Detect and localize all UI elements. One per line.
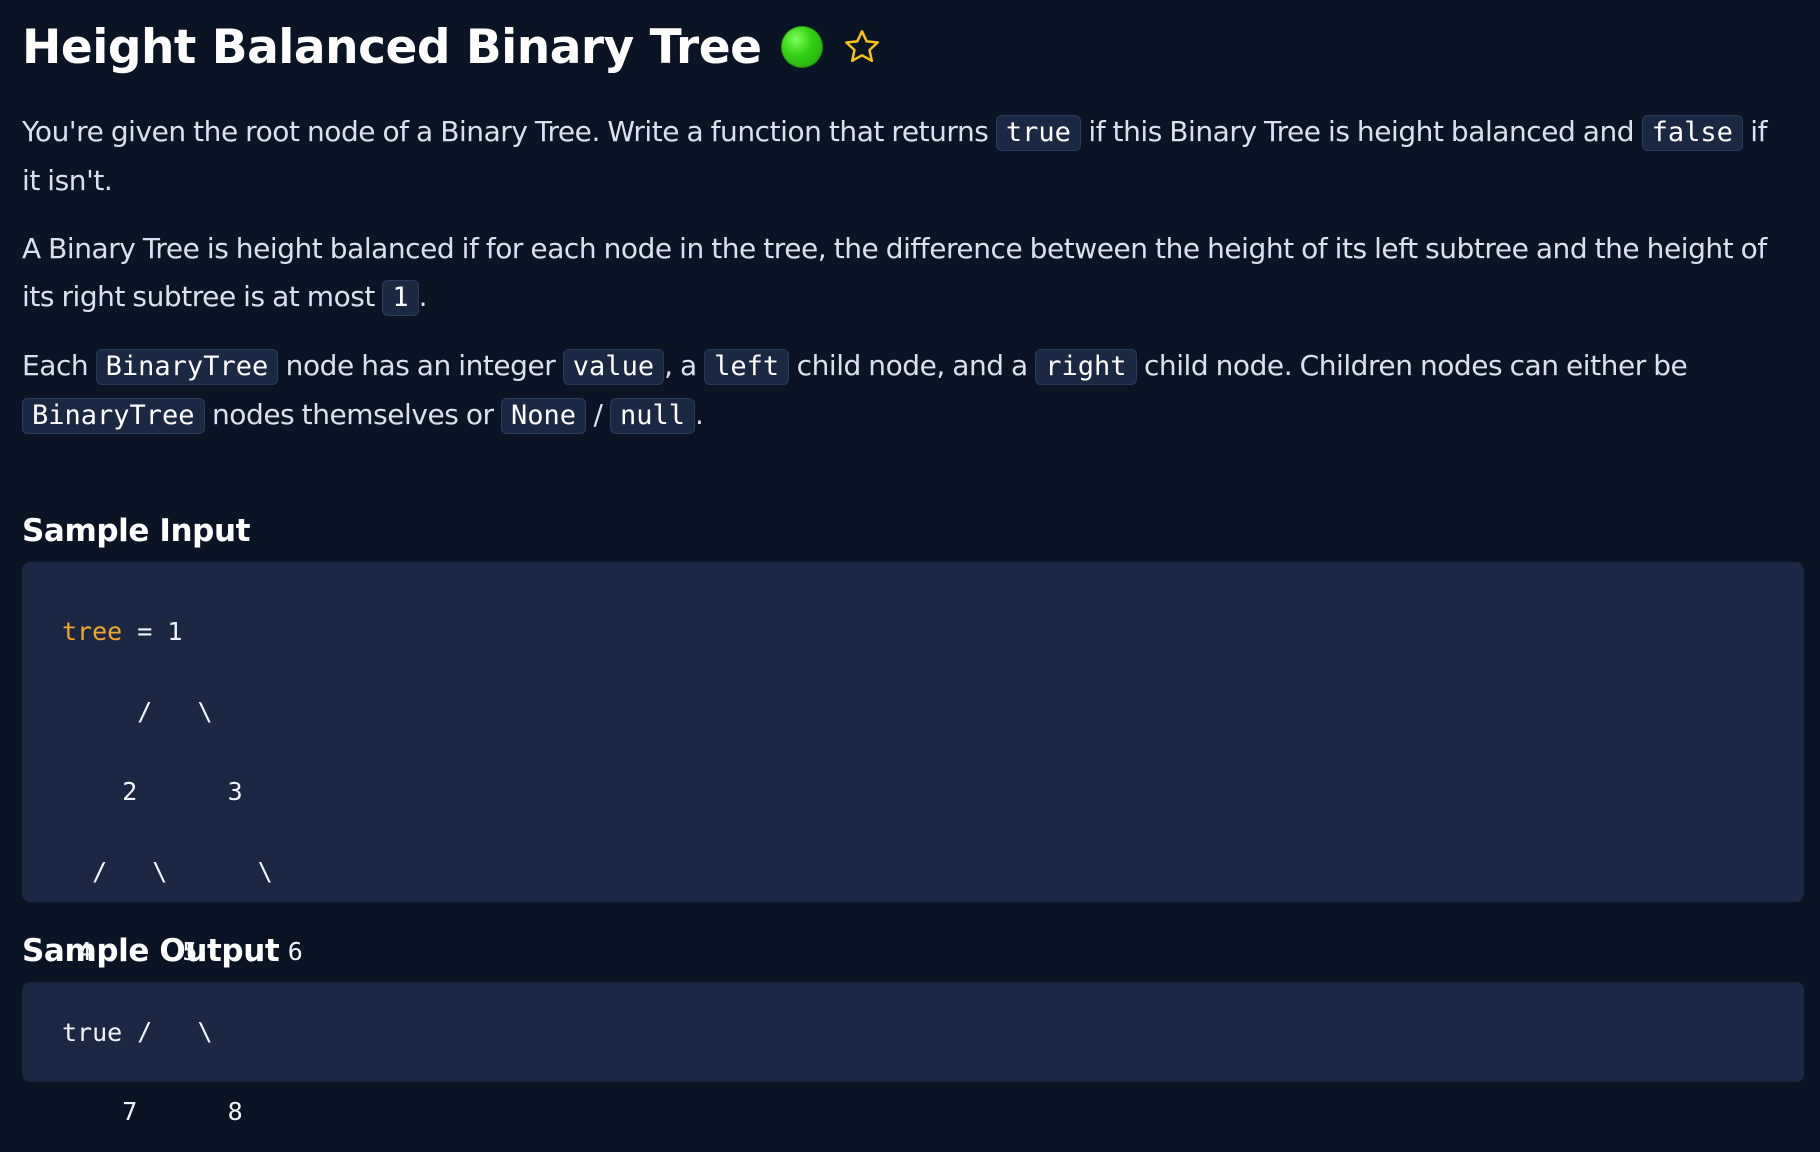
description-paragraph-1: You're given the root node of a Binary T… xyxy=(22,108,1782,205)
inline-code-value: value xyxy=(562,349,665,385)
code-line: / \ \ xyxy=(62,857,273,886)
text: / xyxy=(586,398,610,431)
inline-code-false: false xyxy=(1641,115,1743,151)
page-title: Height Balanced Binary Tree xyxy=(22,19,762,75)
sample-input-tree: tree = 1 / \ 2 3 / \ \ 4 5 6 / \ 7 8 xyxy=(62,592,1764,1152)
favorite-button[interactable] xyxy=(837,22,887,72)
code-line: = 1 xyxy=(122,617,183,646)
text: A Binary Tree is height balanced if for … xyxy=(22,232,1767,313)
code-line: 7 8 xyxy=(62,1097,243,1126)
difficulty-status-dot xyxy=(781,26,824,68)
inline-code-binarytree-2: BinaryTree xyxy=(22,398,205,434)
text: child node. Children nodes can either be xyxy=(1136,349,1688,382)
text: . xyxy=(418,280,428,313)
inline-code-right: right xyxy=(1035,349,1137,385)
code-line: 2 3 xyxy=(62,777,243,806)
text: , a xyxy=(664,349,705,382)
text: node has an integer xyxy=(278,349,563,382)
inline-code-one: 1 xyxy=(382,280,419,316)
text: child node, and a xyxy=(789,349,1036,382)
text: Each xyxy=(22,349,96,382)
text: if this Binary Tree is height balanced a… xyxy=(1080,115,1642,148)
description-paragraph-2: A Binary Tree is height balanced if for … xyxy=(22,225,1782,322)
inline-code-true: true xyxy=(995,115,1081,151)
inline-code-null: null xyxy=(609,398,695,434)
text: You're given the root node of a Binary T… xyxy=(22,115,996,148)
inline-code-left: left xyxy=(704,349,790,385)
code-line: / \ xyxy=(62,1017,213,1046)
code-line: / \ xyxy=(62,697,213,726)
text: . xyxy=(694,398,704,431)
title-row: Height Balanced Binary Tree xyxy=(22,4,1804,90)
code-keyword: tree xyxy=(62,617,123,646)
code-line: 4 5 6 xyxy=(62,937,303,966)
sample-input-heading: Sample Input xyxy=(22,513,251,549)
description-paragraph-3: Each BinaryTree node has an integer valu… xyxy=(22,342,1782,440)
sample-input-code-block[interactable]: tree = 1 / \ 2 3 / \ \ 4 5 6 / \ 7 8 xyxy=(22,562,1804,1126)
inline-code-binarytree: BinaryTree xyxy=(95,349,279,385)
inline-code-none: None xyxy=(501,398,587,434)
star-outline-icon xyxy=(845,30,880,63)
text: nodes themselves or xyxy=(204,398,502,431)
problem-page: Height Balanced Binary Tree You're given… xyxy=(22,0,1804,1126)
